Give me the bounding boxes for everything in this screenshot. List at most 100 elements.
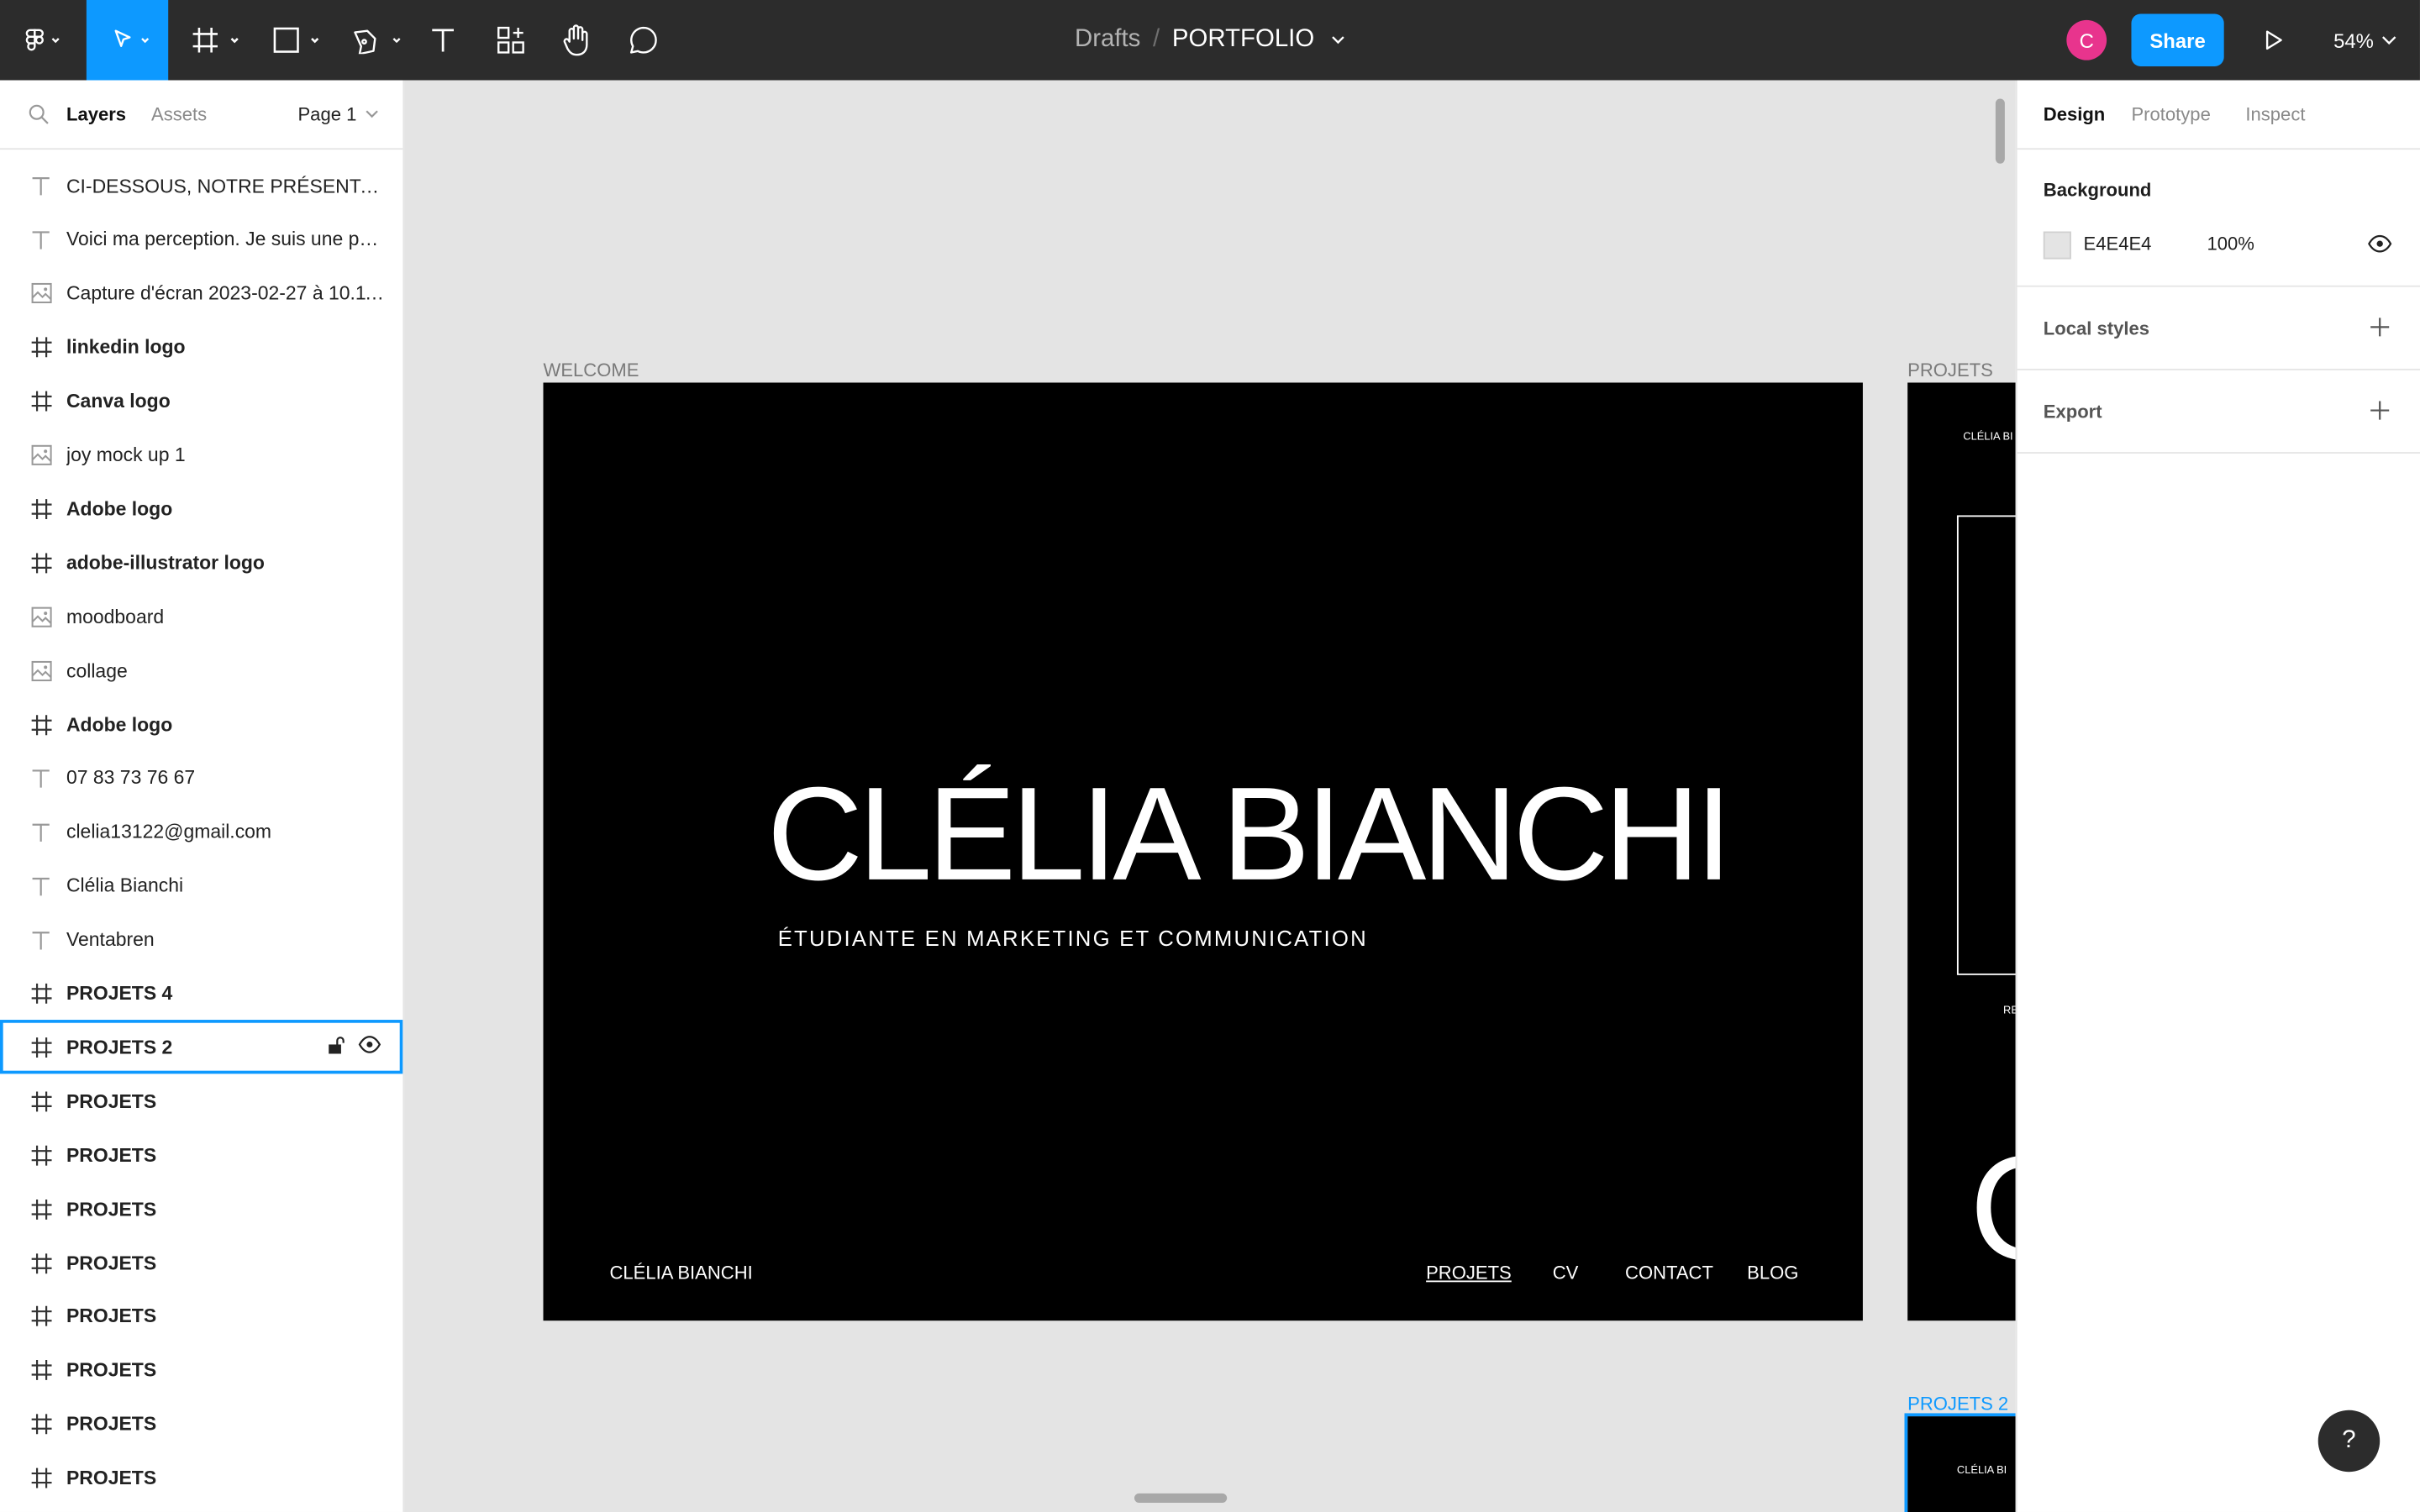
layer-item[interactable]: PROJETS bbox=[0, 1397, 402, 1451]
layer-item[interactable]: PROJETS bbox=[0, 1236, 402, 1289]
resources-button[interactable] bbox=[485, 0, 537, 81]
layer-name: joy mock up 1 bbox=[66, 444, 186, 466]
eye-icon[interactable] bbox=[2367, 233, 2392, 260]
layer-name: PROJETS bbox=[66, 1252, 157, 1274]
layer-item[interactable]: PROJETS bbox=[0, 1452, 402, 1505]
zoom-menu[interactable]: 54% bbox=[2333, 0, 2398, 81]
user-avatar[interactable]: C bbox=[2066, 19, 2107, 60]
eye-icon[interactable] bbox=[358, 1036, 381, 1060]
add-export-plus-icon[interactable] bbox=[2369, 400, 2391, 429]
background-section: Background E4E4E4 100% bbox=[2017, 150, 2420, 287]
local-styles-section: Local styles bbox=[2017, 287, 2420, 370]
frame-layer-icon bbox=[29, 551, 53, 575]
layer-name: Capture d'écran 2023-02-27 à 10.11.52 bbox=[66, 282, 388, 305]
export-title: Export bbox=[2043, 401, 2102, 423]
local-styles-title: Local styles bbox=[2043, 318, 2149, 340]
breadcrumb-separator: / bbox=[1153, 26, 1160, 53]
layer-name: PROJETS bbox=[66, 1090, 157, 1112]
unlock-icon[interactable] bbox=[327, 1036, 345, 1060]
tab-design[interactable]: Design bbox=[2044, 81, 2105, 149]
layer-item[interactable]: Voici ma perception. Je suis une personn… bbox=[0, 213, 402, 266]
layer-item[interactable]: adobe-illustrator logo bbox=[0, 536, 402, 590]
chevron-down-icon bbox=[2382, 36, 2396, 45]
tab-layers[interactable]: Layers bbox=[66, 81, 126, 149]
background-color-hex[interactable]: E4E4E4 bbox=[2084, 233, 2152, 255]
play-icon bbox=[2265, 30, 2282, 50]
help-button[interactable]: ? bbox=[2317, 1410, 2381, 1473]
frame-label-projets[interactable]: PROJETS bbox=[1907, 360, 1993, 381]
layer-item[interactable]: Ventabren bbox=[0, 913, 402, 967]
page-selector[interactable]: Page 1 bbox=[297, 81, 379, 149]
layer-item[interactable]: Adobe logo bbox=[0, 482, 402, 536]
layer-name: linkedin logo bbox=[66, 336, 186, 359]
comment-tool-button[interactable] bbox=[618, 0, 670, 81]
pen-icon bbox=[354, 29, 401, 55]
frame-layer-icon bbox=[29, 1252, 53, 1275]
search-layers-icon[interactable] bbox=[28, 81, 50, 149]
layer-item[interactable]: Canva logo bbox=[0, 375, 402, 428]
projets-frame-small-text: RE bbox=[2003, 1005, 2016, 1017]
pen-tool-button[interactable] bbox=[339, 0, 410, 81]
image-layer-icon bbox=[29, 659, 53, 682]
frame-label-welcome[interactable]: WELCOME bbox=[544, 360, 639, 381]
layer-item[interactable]: Adobe logo bbox=[0, 697, 402, 751]
layer-name: Ventabren bbox=[66, 928, 155, 951]
add-style-plus-icon[interactable] bbox=[2369, 317, 2391, 346]
layer-item[interactable]: PROJETS bbox=[0, 1074, 402, 1128]
nav-cv: CV bbox=[1552, 1262, 1579, 1284]
text-tool-button[interactable] bbox=[417, 0, 469, 81]
layer-item[interactable]: PROJETS bbox=[0, 1182, 402, 1236]
projets-2-frame[interactable]: CLÉLIA BI bbox=[1904, 1413, 2016, 1512]
nav-projets: PROJETS bbox=[1426, 1262, 1512, 1284]
layer-item[interactable]: Capture d'écran 2023-02-27 à 10.11.52 bbox=[0, 266, 402, 320]
text-layer-icon bbox=[29, 821, 53, 844]
layer-item[interactable]: clelia13122@gmail.com bbox=[0, 805, 402, 858]
frame-tool-button[interactable] bbox=[175, 0, 245, 81]
frame-layer-icon bbox=[29, 1197, 53, 1221]
horizontal-scrollbar[interactable] bbox=[1134, 1493, 1228, 1503]
layer-item[interactable]: PROJETS bbox=[0, 1128, 402, 1182]
file-title[interactable]: PORTFOLIO bbox=[1172, 26, 1314, 54]
layer-item[interactable]: linkedin logo bbox=[0, 320, 402, 374]
vertical-scrollbar[interactable] bbox=[1995, 98, 2005, 164]
layer-item[interactable]: CI-DESSOUS, NOTRE PRÉSENTATION bbox=[0, 159, 402, 213]
hand-tool-button[interactable] bbox=[551, 0, 603, 81]
rectangle-icon bbox=[273, 27, 319, 53]
tab-assets[interactable]: Assets bbox=[151, 81, 207, 149]
file-menu-chevron-icon[interactable] bbox=[1330, 26, 1345, 54]
text-layer-icon bbox=[29, 874, 53, 898]
components-icon bbox=[497, 26, 524, 54]
page-name: Page 1 bbox=[297, 103, 357, 125]
welcome-frame[interactable]: CLÉLIA BIANCHI ÉTUDIANTE EN MARKETING ET… bbox=[543, 382, 1863, 1321]
background-opacity[interactable]: 100% bbox=[2207, 233, 2254, 255]
layer-item[interactable]: PROJETS 4 bbox=[0, 967, 402, 1021]
layer-item[interactable]: PROJETS bbox=[0, 1343, 402, 1397]
layer-item[interactable]: joy mock up 1 bbox=[0, 428, 402, 482]
layer-item[interactable]: collage bbox=[0, 643, 402, 697]
tab-prototype[interactable]: Prototype bbox=[2131, 81, 2210, 149]
main-menu-button[interactable] bbox=[0, 0, 87, 81]
layer-item[interactable]: 07 83 73 76 67 bbox=[0, 751, 402, 805]
layer-item[interactable]: Clélia Bianchi bbox=[0, 858, 402, 912]
canvas[interactable]: WELCOME PROJETS CLÉLIA BIANCHI ÉTUDIANTE… bbox=[404, 80, 2016, 1512]
frame-label-projets-2[interactable]: PROJETS 2 bbox=[1907, 1394, 2008, 1415]
tab-inspect[interactable]: Inspect bbox=[2245, 81, 2305, 149]
projets-frame[interactable]: CLÉLIA BI RE C bbox=[1907, 382, 2016, 1321]
share-button[interactable]: Share bbox=[2131, 13, 2224, 66]
present-button[interactable] bbox=[2247, 0, 2299, 81]
layer-name: CI-DESSOUS, NOTRE PRÉSENTATION bbox=[66, 175, 388, 197]
background-color-swatch[interactable] bbox=[2043, 231, 2071, 260]
layer-name: PROJETS bbox=[66, 1467, 157, 1489]
layer-item[interactable]: moodboard bbox=[0, 590, 402, 643]
layer-item[interactable]: PROJETS 2 bbox=[0, 1020, 403, 1075]
shape-tool-button[interactable] bbox=[258, 0, 329, 81]
frame-layer-icon bbox=[29, 1305, 53, 1329]
layer-item[interactable]: PROJETS bbox=[0, 1289, 402, 1343]
move-tool-button[interactable] bbox=[86, 0, 169, 81]
breadcrumb-drafts[interactable]: Drafts bbox=[1075, 26, 1140, 54]
footer-name: CLÉLIA BIANCHI bbox=[609, 1262, 753, 1284]
layer-name: moodboard bbox=[66, 606, 165, 627]
frame-layer-icon bbox=[29, 1467, 53, 1490]
frame-layer-icon bbox=[29, 1413, 53, 1436]
text-layer-icon bbox=[29, 228, 53, 252]
